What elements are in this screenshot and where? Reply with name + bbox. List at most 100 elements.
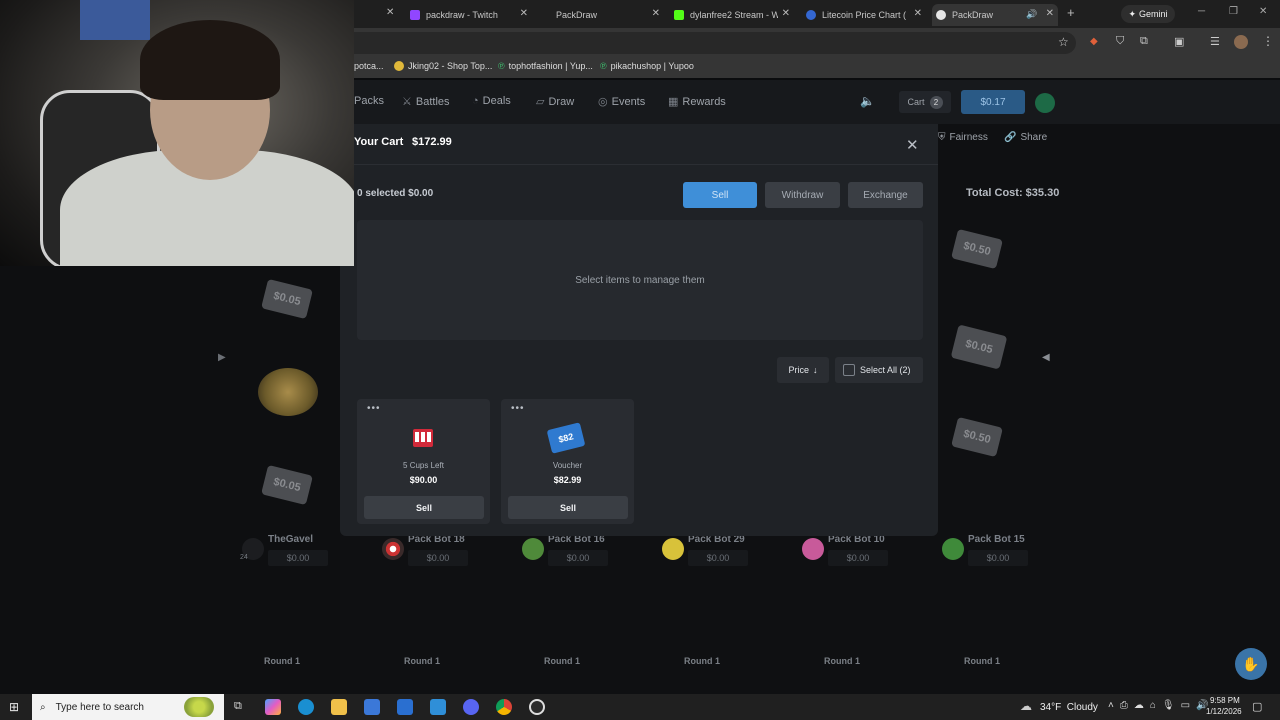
level-badge: 24 [240, 554, 248, 561]
tab-label: PackDraw [952, 10, 994, 20]
puzzle-icon[interactable]: ⧉ [1140, 35, 1148, 48]
player-value: $0.00 [828, 550, 888, 566]
notification-icon[interactable]: ▢ [1252, 700, 1262, 713]
bookmark-item[interactable]: potca... [354, 61, 384, 71]
task-view-icon[interactable]: ⧉ [234, 700, 242, 713]
share-link[interactable]: 🔗 Share [1004, 132, 1047, 143]
bot-avatar [382, 538, 404, 560]
select-all-checkbox[interactable]: Select All (2) [835, 357, 923, 383]
bookmark-item[interactable]: ℗ tophotfashion | Yup... [498, 61, 593, 71]
cart-item-card[interactable]: ••• $82 Voucher $82.99 Sell [501, 399, 634, 524]
new-tab-button[interactable]: + [1067, 5, 1075, 20]
tab-litecoin-chart[interactable]: Litecoin Price Chart (LTC ✕ [806, 4, 922, 26]
gemini-label: Gemini [1139, 9, 1168, 19]
speaker-icon[interactable]: 🔊 [1026, 9, 1037, 20]
maximize-icon[interactable]: ❐ [1229, 6, 1238, 17]
obs-icon[interactable] [529, 699, 545, 715]
app-f-icon[interactable] [430, 699, 446, 715]
tab-kick-stream[interactable]: dylanfree2 Stream - Wa ✕ [674, 4, 790, 26]
close-icon[interactable]: ✕ [914, 8, 922, 19]
selection-panel: Select items to manage them [357, 220, 923, 340]
discord-icon[interactable] [463, 699, 479, 715]
deals-icon: ◔ [472, 95, 479, 107]
nav-rewards[interactable]: ▦ Rewards [668, 95, 726, 109]
user-avatar[interactable] [1035, 93, 1055, 113]
item-sell-button[interactable]: Sell [508, 496, 628, 519]
close-icon[interactable]: ✕ [386, 7, 394, 18]
reel-arrow-icon: ◀ [1042, 352, 1050, 363]
minimize-icon[interactable]: ─ [1198, 6, 1205, 17]
store-icon[interactable] [364, 699, 380, 715]
bookmark-item[interactable]: Jking02 - Shop Top... [394, 61, 492, 71]
nav-events[interactable]: ◎ Events [598, 95, 645, 109]
withdraw-button[interactable]: Withdraw [765, 182, 840, 208]
weather-icon: ☁ [1020, 699, 1032, 713]
mail-icon[interactable] [397, 699, 413, 715]
sidepanel-icon[interactable]: ▣ [1174, 35, 1184, 48]
extension-icon[interactable]: ◆ [1090, 36, 1098, 47]
bookmark-star-icon[interactable]: ☆ [1058, 35, 1069, 49]
bookmark-label: potca... [354, 61, 384, 71]
sound-icon[interactable]: 🔈 [860, 94, 875, 108]
cart-item-card[interactable]: ••• 5 Cups Left $90.00 Sell [357, 399, 490, 524]
window-close-icon[interactable]: ✕ [1259, 6, 1267, 17]
nav-label: Rewards [682, 95, 726, 108]
round-label: Round 1 [684, 656, 720, 666]
close-icon[interactable]: ✕ [1046, 8, 1054, 19]
menu-icon[interactable]: ⋮ [1262, 34, 1274, 48]
balance-button[interactable]: $0.17 [961, 90, 1025, 114]
tray-icons[interactable]: ˄⎙☁⌂🎙▭🔊 [1108, 700, 1214, 711]
exchange-button[interactable]: Exchange [848, 182, 923, 208]
more-options-icon[interactable]: ••• [367, 403, 381, 414]
close-icon[interactable]: ✕ [520, 8, 528, 19]
sort-price-button[interactable]: Price ↓ [777, 357, 829, 383]
support-chat-button[interactable]: ✋ [1235, 648, 1267, 680]
gemini-button[interactable]: ✦ Gemini [1121, 5, 1175, 23]
reading-list-icon[interactable]: ☰ [1210, 35, 1220, 48]
tab-label: PackDraw [556, 10, 598, 20]
nav-deals[interactable]: ◔ Deals [472, 95, 511, 107]
item-sell-button[interactable]: Sell [364, 496, 484, 519]
tab-packdraw-active[interactable]: PackDraw 🔊 ✕ [932, 4, 1058, 26]
close-icon[interactable]: ✕ [782, 8, 790, 19]
item-name: 5 Cups Left [403, 461, 444, 470]
bot-avatar [662, 538, 684, 560]
nav-draw[interactable]: ▱ Draw [536, 95, 574, 109]
nav-packs[interactable]: Packs [354, 95, 384, 107]
more-options-icon[interactable]: ••• [511, 403, 525, 414]
sell-button[interactable]: Sell [683, 182, 757, 208]
tab-packdraw[interactable]: PackDraw ✕ [556, 4, 660, 26]
nav-battles[interactable]: ⚔ Battles [402, 95, 450, 109]
bookmark-item[interactable]: ℗ pikachushop | Yupoo [600, 61, 694, 71]
clock-date[interactable]: 1/12/2026 [1206, 707, 1242, 716]
nav-label: Packs [354, 95, 384, 107]
tab-label: packdraw - Twitch [426, 10, 498, 20]
voucher-value-label: $82 [546, 422, 586, 454]
empty-message: Select items to manage them [575, 274, 705, 286]
chrome-icon[interactable] [496, 699, 512, 715]
shield-icon[interactable]: ⛉ [1116, 35, 1124, 48]
file-explorer-icon[interactable] [331, 699, 347, 715]
coin-chart-icon [806, 10, 816, 20]
close-icon[interactable]: ✕ [652, 8, 660, 19]
close-icon[interactable]: ✕ [906, 136, 919, 154]
gift-icon: ▦ [668, 96, 679, 108]
profile-avatar[interactable] [1234, 35, 1248, 49]
player-slot: Pack Bot 15 $0.00 Round 1 [922, 530, 1054, 690]
checkbox-icon [843, 364, 855, 376]
weather-text[interactable]: 34°F Cloudy [1040, 702, 1098, 713]
item-price: $90.00 [409, 475, 438, 485]
url-input[interactable] [354, 32, 1076, 54]
select-all-label: Select All (2) [860, 365, 911, 375]
edge-icon[interactable] [298, 699, 314, 715]
price-tag-image: $0.05 [261, 464, 313, 506]
taskbar-search[interactable]: ⌕ Type here to search [32, 694, 224, 720]
windows-start-icon[interactable]: ⊞ [9, 700, 19, 714]
shield-check-icon: ⛨ [938, 132, 946, 143]
clock-time[interactable]: 9:58 PM [1210, 696, 1240, 705]
fairness-link[interactable]: ⛨ Fairness [938, 132, 988, 143]
bot-avatar [942, 538, 964, 560]
cart-button[interactable]: Cart 2 [899, 91, 951, 113]
tab-packdraw-twitch[interactable]: packdraw - Twitch ✕ [410, 4, 528, 26]
copilot-icon[interactable] [265, 699, 281, 715]
